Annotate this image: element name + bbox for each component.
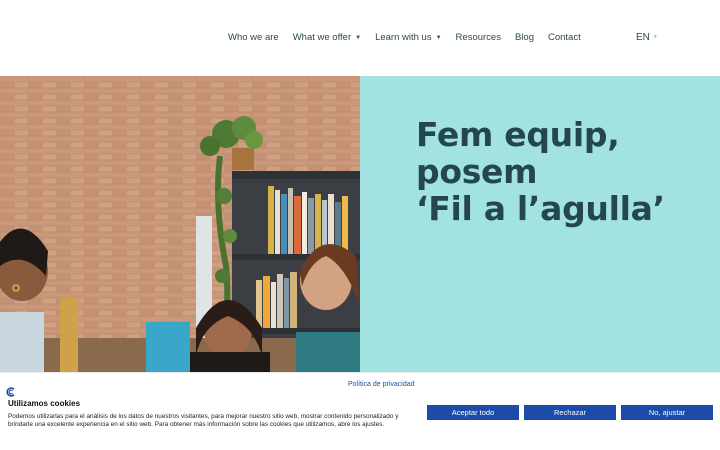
nav-item-blog[interactable]: Blog	[515, 32, 534, 43]
nav-item-label: Learn with us	[375, 32, 432, 43]
hero-section: Fem equip, posem ‘Fil a l’agulla’	[0, 76, 720, 372]
nav-item-label: Resources	[455, 32, 501, 43]
headline-line: posem	[416, 152, 538, 191]
hero-headline: Fem equip, posem ‘Fil a l’agulla’	[416, 116, 665, 227]
nav-item-what-we-offer[interactable]: What we offer ▼	[293, 32, 361, 43]
site-header: Who we are What we offer ▼ Learn with us…	[0, 0, 720, 76]
reject-button[interactable]: Rechazar	[524, 405, 616, 420]
team-photo-illustration	[0, 76, 360, 372]
nav-item-resources[interactable]: Resources	[456, 32, 501, 43]
nav-item-label: What we offer	[292, 32, 352, 43]
nav-item-label: Contact	[547, 32, 581, 43]
cookie-banner: Política de privacidad Utilizamos cookie…	[0, 372, 720, 450]
nav-item-label: Blog	[514, 32, 534, 43]
caret-down-icon: ▼	[355, 34, 362, 41]
headline-line: ‘Fil a l’agulla’	[416, 189, 665, 228]
nav-item-learn-with-us[interactable]: Learn with us ▼	[375, 32, 441, 43]
cookie-title: Utilizamos cookies	[8, 399, 81, 408]
nav-item-label: Who we are	[228, 32, 279, 43]
nav-item-contact[interactable]: Contact	[548, 32, 581, 43]
hero-panel: Fem equip, posem ‘Fil a l’agulla’	[360, 76, 720, 372]
accept-all-button[interactable]: Aceptar todo	[427, 405, 519, 420]
nav-item-who-we-are[interactable]: Who we are	[228, 32, 279, 43]
hero-photo	[0, 76, 360, 372]
headline-line: Fem equip,	[416, 115, 620, 154]
language-label: EN	[636, 32, 650, 43]
cookie-description: Podemos utilizarlas para el análisis de …	[8, 413, 399, 429]
settings-button[interactable]: No, ajustar	[621, 405, 713, 420]
cookie-logo-icon	[6, 387, 15, 397]
language-selector[interactable]: EN ▼	[636, 32, 658, 43]
main-nav: Who we are What we offer ▼ Learn with us…	[228, 32, 581, 43]
caret-down-icon: ▼	[652, 34, 658, 40]
caret-down-icon: ▼	[435, 34, 442, 41]
privacy-policy-link[interactable]: Política de privacidad	[348, 381, 415, 388]
